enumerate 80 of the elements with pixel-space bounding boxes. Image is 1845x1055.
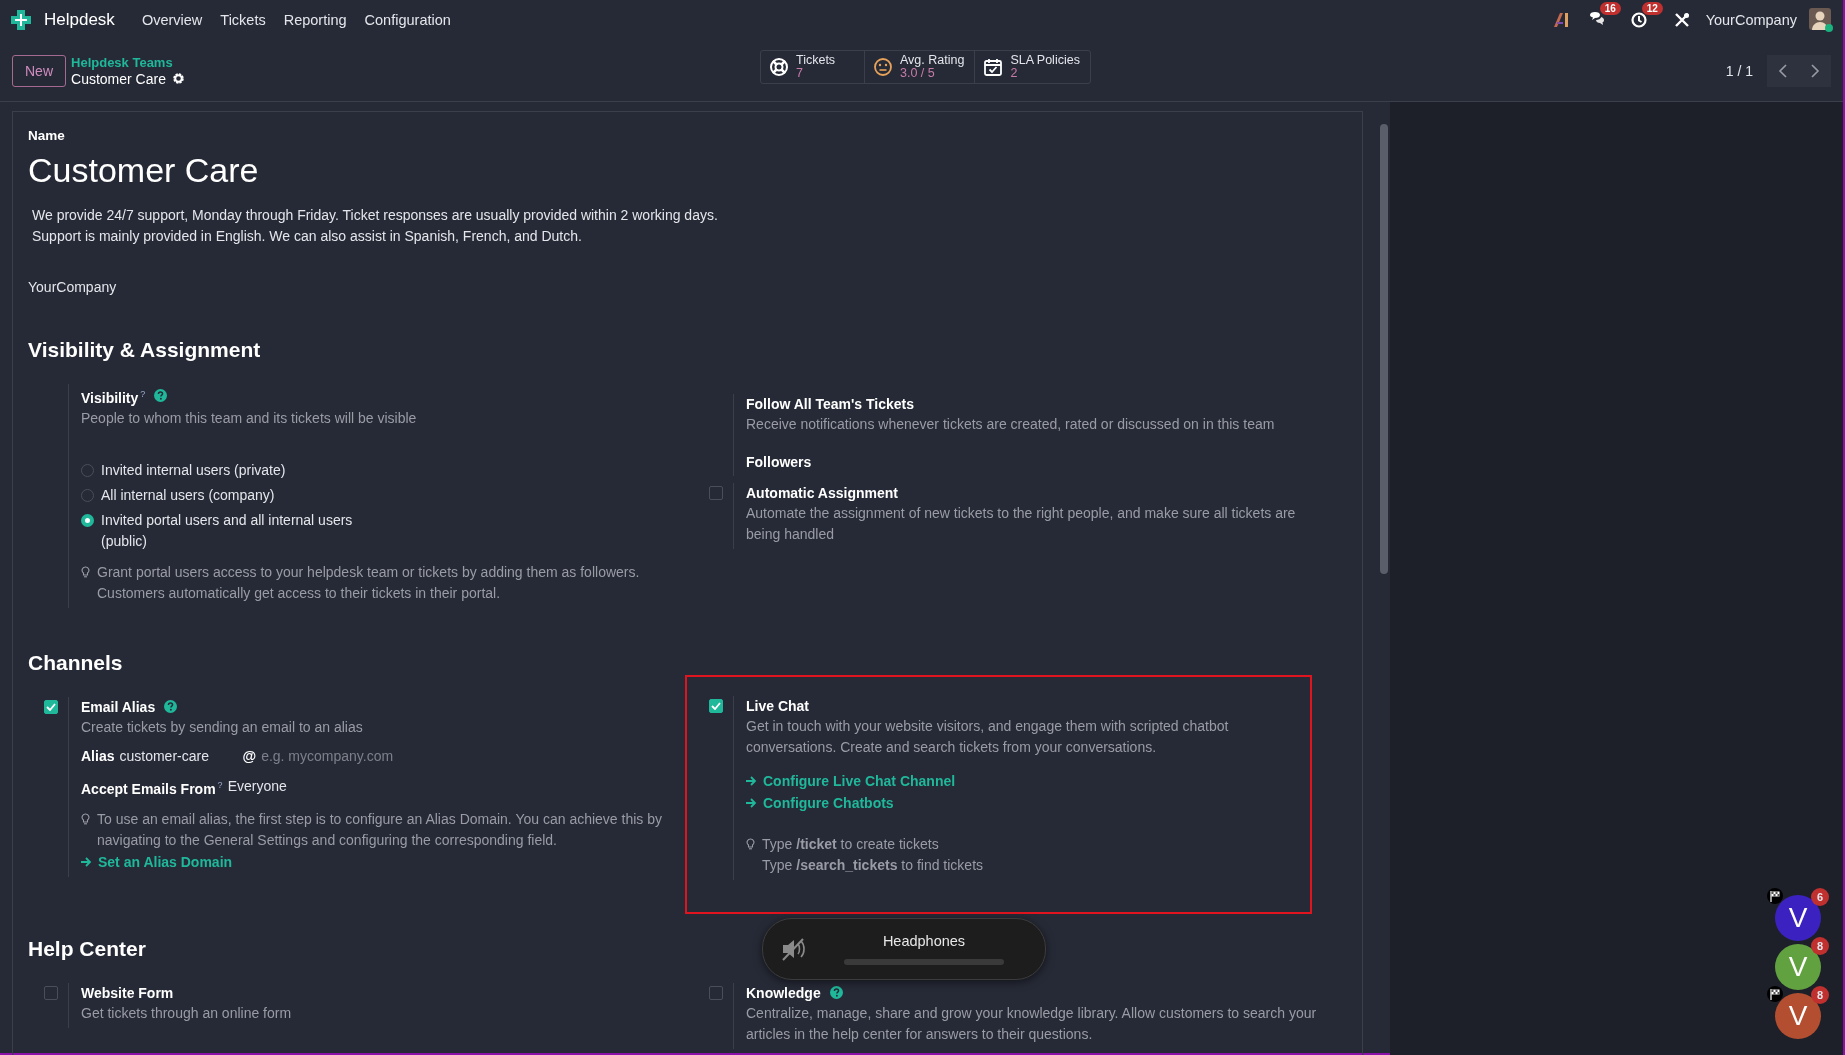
chevron-left-icon <box>1778 63 1788 78</box>
radio-option[interactable]: Invited internal users (private) <box>81 459 381 481</box>
hint-text: Type /ticket to create tickets Type /search_tickets to find tickets <box>762 834 984 875</box>
setting-title: Follow All Team's Tickets <box>746 395 914 414</box>
record-title: Customer Care <box>71 70 166 87</box>
user-avatar[interactable] <box>1809 8 1833 32</box>
setting-title: Visibility$^{?}$ <box>81 388 146 408</box>
section-title: Channels <box>28 650 123 675</box>
radio-option[interactable]: All internal users (company) <box>81 484 381 506</box>
radio-option[interactable]: Invited portal users and all internal users (public) <box>81 509 381 552</box>
domain-field[interactable]: e.g. mycompany.com <box>261 747 412 764</box>
input-field[interactable]: customer-care <box>119 744 238 767</box>
next-button[interactable] <box>1799 54 1831 87</box>
menu-item[interactable]: Reporting <box>274 12 356 28</box>
lightbulb-icon <box>81 565 90 578</box>
help-icon[interactable] <box>154 389 168 403</box>
lightbulb-icon <box>81 813 90 826</box>
record-name: Customer Care <box>28 150 260 191</box>
checkbox[interactable] <box>709 698 723 713</box>
clock-icon[interactable] <box>1629 11 1648 29</box>
arrow-right-icon <box>746 797 757 808</box>
setting-description: Centralize, manage, share and grow your knowledge library. Allow customers to search your articles in the help center for answers to their questions. <box>746 1003 1318 1044</box>
input-field[interactable]: Everyone <box>227 775 346 798</box>
new-button[interactable]: New <box>12 54 66 87</box>
field-label: Alias <box>81 746 115 766</box>
setting-description: Get tickets through an online form <box>81 1003 293 1023</box>
help-icon[interactable] <box>164 700 178 714</box>
tools-icon[interactable] <box>1673 12 1690 28</box>
app-logo-icon[interactable] <box>10 9 32 31</box>
field-label: Name <box>28 128 66 143</box>
arrow-right-icon <box>81 857 92 868</box>
count-badge: 16 <box>1599 2 1621 15</box>
lifebuoy-icon <box>769 57 789 77</box>
section-title: Visibility & Assignment <box>28 338 261 362</box>
stat-button[interactable]: Tickets 7 <box>761 51 865 83</box>
company-switcher[interactable]: YourCompany <box>1705 12 1797 28</box>
field-label: Followers <box>746 453 813 472</box>
calendar-check-icon <box>983 57 1004 77</box>
link[interactable]: Set an Alias Domain <box>81 851 233 874</box>
app-name[interactable]: Helpdesk <box>44 10 115 30</box>
setting-title: Automatic Assignment <box>746 484 898 503</box>
neutral-face-icon <box>873 57 893 77</box>
setting-description: Get in touch with your website visitors, and engage them with scripted chatbot conversations. Create and search tickets from your conversations. <box>746 716 1230 757</box>
setting-title: Knowledge <box>746 983 821 1003</box>
checkbox[interactable] <box>709 985 723 1000</box>
hint-text: Grant portal users access to your helpdesk team or tickets by adding them as followers. Customers automatically get access to their tickets in their portal. <box>97 562 640 603</box>
company-name: YourCompany <box>28 279 118 295</box>
setting-description: Create tickets by sending an email to an alias <box>81 717 364 737</box>
menu-item[interactable]: Overview <box>132 12 212 28</box>
help-icon[interactable] <box>829 986 843 1000</box>
arrow-right-icon <box>746 775 757 786</box>
pager-count: 1 / 1 <box>1725 62 1753 79</box>
breadcrumb-link[interactable]: Helpdesk Teams <box>71 54 185 71</box>
menu-item[interactable]: Configuration <box>355 12 460 28</box>
checkbox[interactable] <box>44 985 58 1000</box>
lightbulb-icon <box>746 837 755 850</box>
stat-button[interactable]: Avg. Rating 3.0 / 5 <box>865 51 976 83</box>
field-label: Accept Emails From$^{?}$ <box>81 778 223 799</box>
team-description: We provide 24/7 support, Monday through Friday. Ticket responses are usually provided within 2 working days. Support is mainly provided in English. We can also assist in Spanish, French, and Dutch. <box>31 206 719 246</box>
device-name: Headphones <box>882 933 966 949</box>
hint-text: To use an email alias, the first step is to configure an Alias Domain. You can achieve this by navigating to the General Settings and configuring the corresponding field. <box>97 810 662 851</box>
previous-button[interactable] <box>1767 54 1799 87</box>
link[interactable]: Configure Chatbots <box>746 791 894 814</box>
settings-icon[interactable] <box>171 72 185 85</box>
chevron-right-icon <box>1810 63 1820 78</box>
at-sign: @ <box>242 746 257 766</box>
count-badge: 12 <box>1641 2 1663 15</box>
link[interactable]: Configure Live Chat Channel <box>746 769 956 792</box>
setting-description: Automate the assignment of new tickets to the right people, and make sure all tickets are being handled <box>746 504 1297 544</box>
setting-description: Receive notifications whenever tickets are created, rated or discussed on in this team <box>746 415 1276 434</box>
menu-item[interactable]: Tickets <box>211 12 275 28</box>
section-title: Help Center <box>28 936 146 961</box>
setting-title: Email Alias <box>81 697 156 717</box>
stat-button[interactable]: SLA Policies 2 <box>975 51 1090 83</box>
setting-title: Live Chat <box>746 696 809 716</box>
checkbox[interactable] <box>709 486 723 500</box>
setting-title: Website Form <box>81 983 174 1003</box>
setting-description: People to whom this team and its tickets will be visible <box>81 408 418 428</box>
checkbox[interactable] <box>44 699 58 714</box>
slanted-bars-icon[interactable] <box>1551 11 1570 29</box>
